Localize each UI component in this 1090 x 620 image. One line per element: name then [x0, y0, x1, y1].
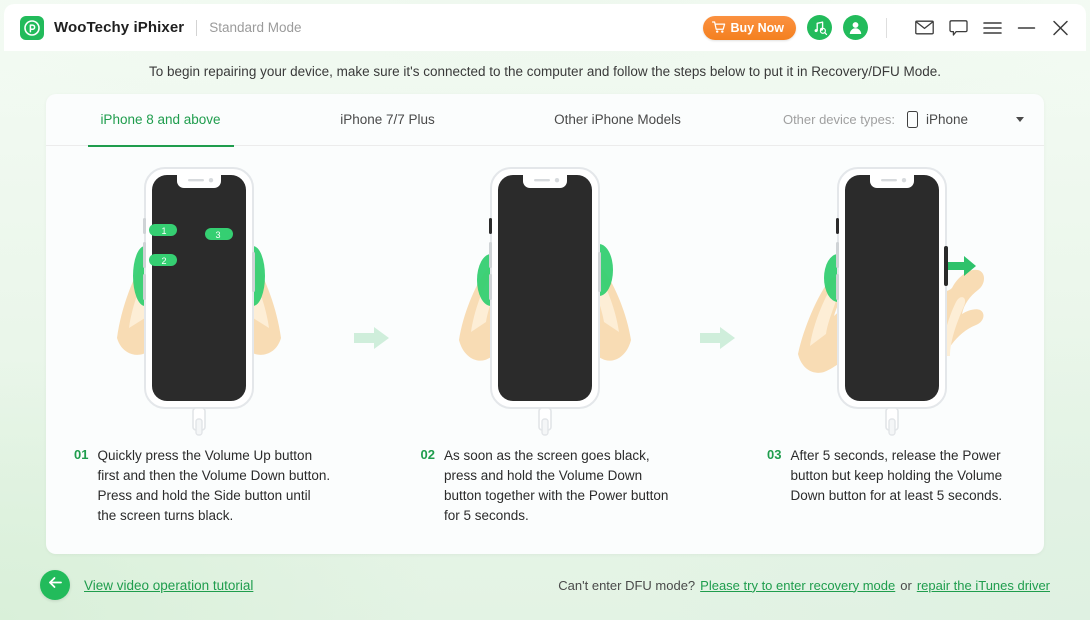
close-icon[interactable]: [1048, 16, 1072, 40]
arrow-left-icon: [47, 575, 64, 595]
footer-bar: View video operation tutorial Can't ente…: [4, 554, 1086, 616]
svg-text:3: 3: [215, 230, 220, 240]
step-text: 01 Quickly press the Volume Up button fi…: [46, 438, 351, 526]
account-icon[interactable]: [843, 15, 868, 40]
title-divider: [196, 19, 198, 36]
video-tutorial-link[interactable]: View video operation tutorial: [84, 578, 253, 593]
instruction-banner-text: To begin repairing your device, make sur…: [149, 63, 941, 79]
iphone-press-volume-up-down-side-illustration: 1 2 3: [46, 158, 351, 438]
dfu-help-prefix: Can't enter DFU mode?: [558, 577, 696, 593]
dfu-help-text: Can't enter DFU mode? Please try to ente…: [558, 578, 1050, 593]
back-button[interactable]: [40, 570, 70, 600]
toolbar-divider: [886, 17, 887, 38]
buy-now-label: Buy Now: [730, 20, 784, 35]
device-tabs: iPhone 8 and above iPhone 7/7 Plus Other…: [46, 94, 1044, 146]
step-number: 02: [420, 447, 435, 462]
steps-row: 1 2 3 01 Quickly press the Volume Up but…: [46, 146, 1044, 554]
svg-text:2: 2: [161, 256, 166, 266]
itunes-driver-link[interactable]: repair the iTunes driver: [917, 578, 1050, 593]
step-description: As soon as the screen goes black, press …: [443, 448, 669, 523]
wootechy-logo-icon: [20, 15, 44, 40]
mail-icon[interactable]: [912, 16, 936, 40]
iphone-hold-volume-down-power-illustration: [393, 158, 698, 438]
tab-iphone-7-7-plus[interactable]: iPhone 7/7 Plus: [275, 94, 500, 146]
dfu-help-conjunction: or: [900, 577, 912, 593]
recovery-mode-link[interactable]: Please try to enter recovery mode: [700, 578, 895, 593]
device-type-label: Other device types:: [782, 112, 895, 127]
minimize-icon[interactable]: [1014, 16, 1038, 40]
app-window: WooTechy iPhixer Standard Mode Buy Now T…: [4, 4, 1086, 616]
shopping-cart-icon: [711, 21, 726, 34]
step-column: 03 After 5 seconds, release the Power bu…: [739, 158, 1044, 506]
step-column: 02 As soon as the screen goes black, pre…: [393, 158, 698, 526]
content-card: iPhone 8 and above iPhone 7/7 Plus Other…: [46, 94, 1044, 554]
tab-label: iPhone 7/7 Plus: [340, 112, 435, 127]
svg-text:1: 1: [161, 226, 166, 236]
tab-label: iPhone 8 and above: [100, 112, 221, 127]
step-column: 1 2 3 01 Quickly press the Volume Up but…: [46, 158, 351, 526]
device-type-value: iPhone: [925, 112, 968, 127]
arrow-right-icon: [698, 324, 738, 352]
step-description: After 5 seconds, release the Power butto…: [790, 448, 1003, 503]
step-text: 03 After 5 seconds, release the Power bu…: [739, 438, 1044, 506]
chevron-down-icon[interactable]: [1016, 117, 1024, 122]
title-bar: WooTechy iPhixer Standard Mode Buy Now: [4, 4, 1086, 51]
step-separator: [698, 158, 740, 352]
tab-other-iphone-models[interactable]: Other iPhone Models: [500, 94, 735, 146]
feedback-chat-icon[interactable]: [946, 16, 970, 40]
app-title: WooTechy iPhixer: [54, 19, 185, 36]
itunes-search-icon[interactable]: [807, 15, 832, 40]
phone-outline-icon: [906, 111, 918, 128]
step-separator: [351, 158, 393, 352]
iphone-release-power-hold-volume-down-illustration: [739, 158, 1044, 438]
tab-label: Other iPhone Models: [554, 112, 681, 127]
instruction-banner: To begin repairing your device, make sur…: [4, 51, 1086, 91]
step-number: 03: [767, 447, 782, 462]
tab-iphone-8-and-above[interactable]: iPhone 8 and above: [46, 94, 275, 146]
device-type-picker[interactable]: Other device types: iPhone: [783, 111, 1044, 128]
hamburger-menu-icon[interactable]: [980, 16, 1004, 40]
step-description: Quickly press the Volume Up button first…: [97, 448, 331, 523]
arrow-right-icon: [352, 324, 392, 352]
buy-now-button[interactable]: Buy Now: [702, 15, 796, 40]
step-number: 01: [74, 447, 89, 462]
step-text: 02 As soon as the screen goes black, pre…: [393, 438, 698, 526]
mode-label: Standard Mode: [209, 20, 302, 35]
